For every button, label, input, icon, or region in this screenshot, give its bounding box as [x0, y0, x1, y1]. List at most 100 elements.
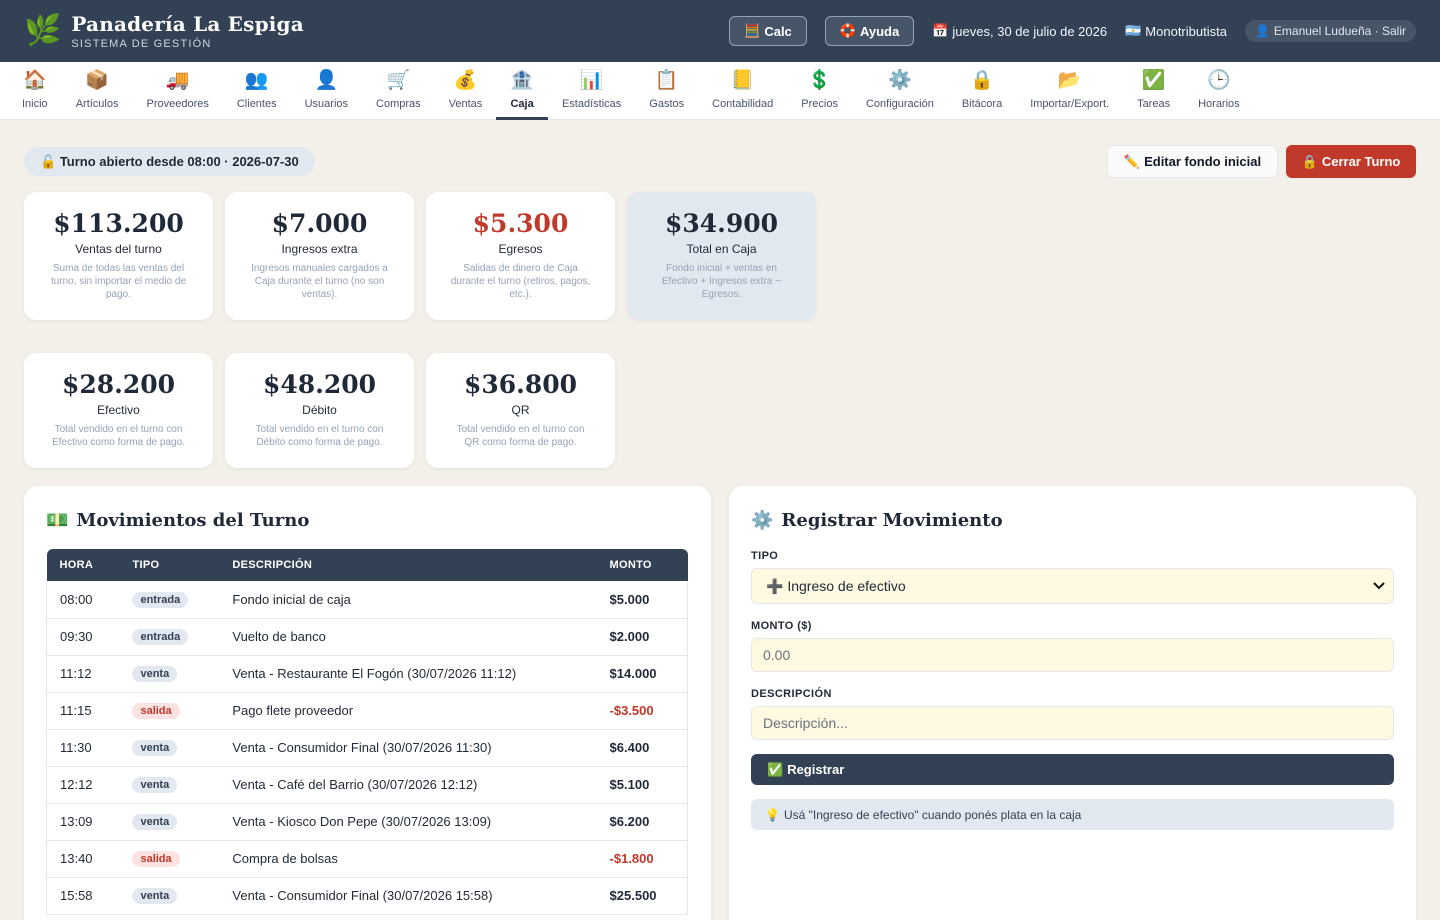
nav-item-gastos[interactable]: 📋 Gastos: [635, 62, 698, 119]
summary-cards: $113.200 Ventas del turno Suma de todas …: [24, 192, 816, 320]
stat-label: Ventas del turno: [75, 241, 162, 256]
tax-regime-text: Monotributista: [1145, 23, 1227, 39]
edit-initial-fund-button[interactable]: ✏️ Editar fondo inicial: [1107, 145, 1278, 178]
cell-amount: $5.000: [596, 581, 688, 619]
type-badge: salida: [132, 703, 180, 719]
lock-icon: 🔒: [970, 70, 994, 91]
cell-type: entrada: [119, 618, 220, 656]
abacus-icon: 🧮: [744, 23, 761, 38]
close-shift-button[interactable]: 🔒 Cerrar Turno: [1286, 145, 1416, 178]
dollar-icon: 💲: [807, 70, 832, 91]
nav-item-usuarios[interactable]: 👤 Usuarios: [291, 62, 362, 119]
home-icon: 🏠: [23, 70, 47, 91]
cell-description: Venta - Kiosco Don Pepe (30/07/2026 13:0…: [219, 803, 597, 841]
description-field-label: DESCRIPCIÓN: [751, 688, 832, 700]
nav-item-configuracion[interactable]: ⚙️ Configuración: [852, 62, 948, 119]
type-badge: venta: [132, 777, 178, 793]
nav-item-importar-exportar[interactable]: 📂 Importar/Export.: [1016, 62, 1123, 119]
stat-value: $7.000: [271, 209, 368, 238]
register-title: ⚙️ Registrar Movimiento: [751, 508, 1394, 532]
calendar-icon: 📅: [932, 23, 949, 38]
register-button[interactable]: ✅ Registrar: [751, 754, 1394, 785]
nav-item-estadisticas[interactable]: 📊 Estadísticas: [548, 62, 635, 119]
app-title: Panadería La Espiga: [71, 12, 304, 36]
help-button[interactable]: 🛟 Ayuda: [824, 16, 915, 46]
nav-item-label: Precios: [801, 98, 838, 110]
table-row: 12:12 venta Venta - Café del Barrio (30/…: [46, 766, 688, 804]
movements-title: 💵 Movimientos del Turno: [46, 508, 689, 532]
nav-item-caja[interactable]: 🏦 Caja: [496, 62, 548, 120]
cell-time: 09:30: [46, 618, 120, 656]
tax-regime: 🇦🇷 Monotributista: [1125, 23, 1227, 39]
nav-item-precios[interactable]: 💲 Precios: [787, 62, 852, 119]
stat-card-efectivo: $28.200 Efectivo Total vendido en el tur…: [24, 353, 213, 468]
stat-label: QR: [511, 402, 530, 417]
cell-time: 08:00: [46, 581, 120, 619]
register-movement-panel: ⚙️ Registrar Movimiento TIPO ➕ Ingreso d…: [729, 486, 1416, 920]
stat-card-debito: $48.200 Débito Total vendido en el turno…: [225, 353, 414, 468]
package-icon: 📦: [85, 70, 109, 91]
stat-label: Débito: [302, 402, 337, 417]
app-subtitle: SISTEMA DE GESTIÓN: [71, 38, 212, 50]
nav-item-bitacora[interactable]: 🔒 Bitácora: [948, 62, 1016, 119]
shift-status-badge: 🔓 Turno abierto desde 08:00 · 2026-07-30: [24, 147, 315, 176]
nav-item-inicio[interactable]: 🏠 Inicio: [8, 62, 62, 119]
nav-item-label: Artículos: [75, 98, 119, 110]
shift-status-text: Turno abierto desde 08:00 · 2026-07-30: [59, 154, 299, 169]
cell-description: Venta - Consumidor Final (30/07/2026 11:…: [219, 729, 597, 767]
nav-item-articulos[interactable]: 📦 Artículos: [62, 62, 133, 119]
nav-item-label: Usuarios: [304, 98, 349, 110]
current-date: 📅 jueves, 30 de julio de 2026: [932, 23, 1107, 39]
stat-value: $34.900: [664, 209, 779, 238]
user-icon: 👤: [1254, 24, 1270, 38]
stat-value: $36.800: [463, 370, 578, 399]
type-badge: venta: [132, 740, 178, 756]
stat-description: Ingresos manuales cargados a Caja durant…: [251, 262, 388, 300]
cell-type: salida: [119, 840, 220, 878]
movements-panel: 💵 Movimientos del Turno HORA TIPO DESCRI…: [24, 486, 711, 920]
cell-type: venta: [119, 766, 220, 804]
nav-item-proveedores[interactable]: 🚚 Proveedores: [132, 62, 222, 119]
column-header-descripcion: DESCRIPCIÓN: [232, 559, 313, 571]
cell-type: venta: [119, 729, 220, 767]
calc-button[interactable]: 🧮 Calc: [729, 16, 807, 46]
stat-card-total-caja: $34.900 Total en Caja Fondo inicial + ve…: [627, 192, 816, 320]
nav-item-contabilidad[interactable]: 📒 Contabilidad: [698, 62, 787, 119]
type-badge: salida: [132, 851, 180, 867]
amount-input[interactable]: [751, 638, 1394, 672]
cell-type: venta: [119, 655, 220, 693]
header-actions: 🧮 Calc 🛟 Ayuda 📅 jueves, 30 de julio de …: [729, 16, 1416, 46]
nav-item-label: Bitácora: [961, 98, 1003, 110]
user-logout-pill[interactable]: 👤 Emanuel Ludueña · Salir: [1244, 20, 1416, 42]
nav-item-compras[interactable]: 🛒 Compras: [362, 62, 435, 119]
brand: Panadería La Espiga SISTEMA DE GESTIÓN: [71, 12, 304, 50]
nav-item-label: Inicio: [22, 98, 48, 110]
current-date-text: jueves, 30 de julio de 2026: [952, 23, 1108, 39]
nav-item-label: Horarios: [1198, 98, 1240, 110]
people-icon: 👥: [244, 70, 269, 91]
stat-description: Total vendido en el turno con QR como fo…: [456, 423, 585, 448]
nav-item-ventas[interactable]: 💰 Ventas: [435, 62, 497, 119]
unlocked-icon: 🔓: [40, 153, 57, 169]
clock-icon: 🕒: [1207, 70, 1231, 91]
description-input[interactable]: [751, 706, 1394, 740]
nav-item-clientes[interactable]: 👥 Clientes: [223, 62, 291, 119]
cell-amount: $14.000: [596, 655, 688, 693]
stat-value: $113.200: [53, 209, 184, 238]
gear-icon: ⚙️: [888, 70, 912, 91]
cell-amount: $5.100: [596, 766, 688, 804]
ledger-icon: 📒: [730, 70, 755, 91]
cell-type: entrada: [119, 581, 220, 619]
user-icon: 👤: [314, 70, 339, 91]
cell-description: Venta - Restaurante El Fogón (30/07/2026…: [219, 655, 597, 693]
nav-item-label: Caja: [510, 98, 534, 110]
stat-value: $5.300: [472, 209, 569, 238]
nav-item-label: Tareas: [1137, 98, 1171, 110]
register-button-label: Registrar: [787, 762, 845, 777]
nav-item-horarios[interactable]: 🕒 Horarios: [1184, 62, 1254, 119]
stat-description: Salidas de dinero de Caja durante el tur…: [450, 262, 591, 300]
movement-type-select[interactable]: ➕ Ingreso de efectivo: [751, 568, 1394, 604]
cell-amount: $25.500: [596, 877, 688, 915]
nav-item-tareas[interactable]: ✅ Tareas: [1123, 62, 1184, 119]
table-row: 11:30 venta Venta - Consumidor Final (30…: [46, 729, 688, 767]
